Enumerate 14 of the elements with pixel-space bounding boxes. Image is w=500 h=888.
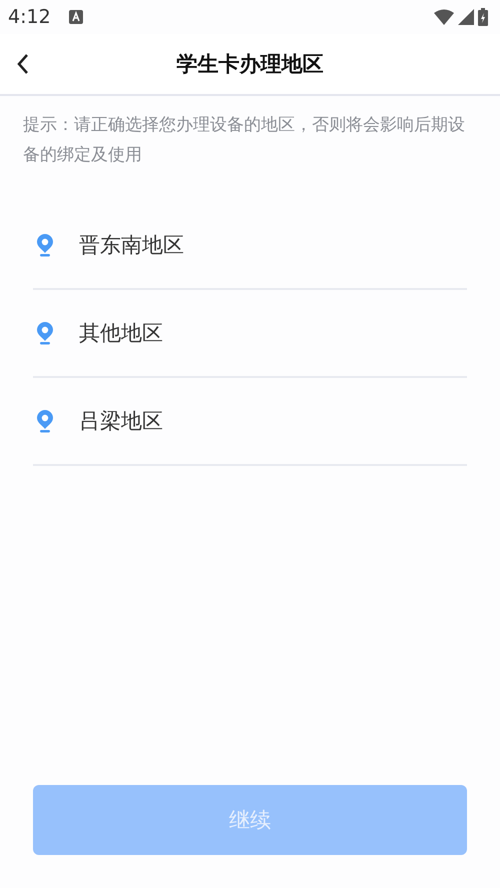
- location-pin-icon: [36, 321, 54, 345]
- page-title: 学生卡办理地区: [176, 51, 324, 78]
- region-item[interactable]: 吕梁地区: [33, 378, 467, 466]
- notification-icon: [68, 10, 83, 24]
- signal-icon: [458, 9, 474, 25]
- back-icon[interactable]: [16, 53, 30, 75]
- region-item[interactable]: 晋东南地区: [33, 202, 467, 290]
- battery-icon: [478, 8, 488, 26]
- region-item[interactable]: 其他地区: [33, 290, 467, 378]
- location-pin-icon: [36, 409, 54, 433]
- wifi-icon: [434, 9, 454, 25]
- hint-text: 提示：请正确选择您办理设备的地区，否则将会影响后期设备的绑定及使用: [23, 114, 466, 167]
- location-pin-icon: [36, 233, 54, 257]
- status-time: 4:12: [8, 6, 51, 28]
